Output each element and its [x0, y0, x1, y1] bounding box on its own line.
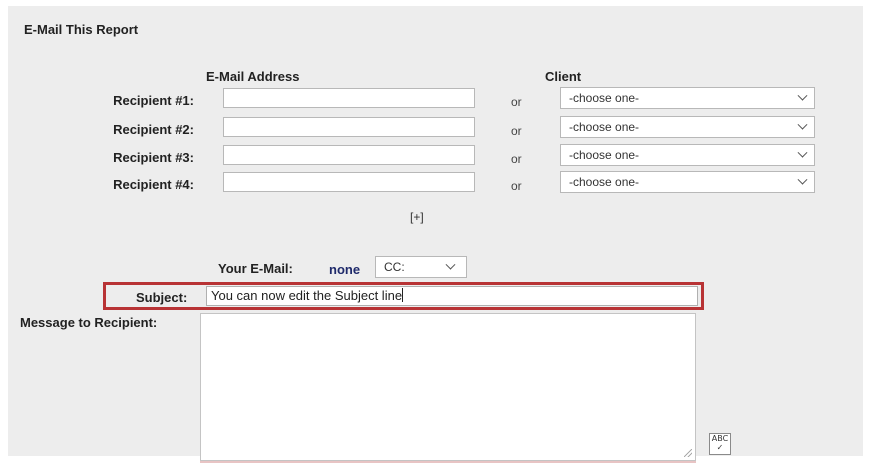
message-label: Message to Recipient:: [20, 315, 158, 330]
your-email-value: none: [329, 262, 361, 277]
recipient-2-label: Recipient #2:: [113, 122, 194, 137]
or-text: or: [511, 152, 522, 166]
resize-grip-icon[interactable]: [684, 449, 692, 457]
subject-highlight-box: Subject: You can now edit the Subject li…: [103, 282, 704, 310]
recipient-3-client-select[interactable]: -choose one-: [560, 144, 815, 166]
or-text: or: [511, 179, 522, 193]
chevron-down-icon: [797, 147, 808, 158]
message-textarea[interactable]: [200, 313, 696, 461]
or-text: or: [511, 95, 522, 109]
chevron-down-icon: [797, 119, 808, 130]
recipient-1-label: Recipient #1:: [113, 93, 194, 108]
recipient-3-client-value: -choose one-: [569, 148, 640, 162]
recipient-3-email-input[interactable]: [223, 145, 475, 165]
spellcheck-button[interactable]: ABC ✓: [709, 433, 731, 455]
subject-input[interactable]: You can now edit the Subject line: [206, 286, 698, 306]
chevron-down-icon: [797, 90, 808, 101]
recipient-1-email-input[interactable]: [223, 88, 475, 108]
recipient-4-label: Recipient #4:: [113, 177, 194, 192]
email-column-header: E-Mail Address: [206, 69, 300, 84]
chevron-down-icon: [445, 259, 456, 270]
email-report-panel: E-Mail This Report E-Mail Address Client…: [8, 6, 863, 463]
recipient-3-label: Recipient #3:: [113, 150, 194, 165]
cc-select[interactable]: CC:: [375, 256, 467, 278]
add-recipient-link[interactable]: [+]: [410, 210, 424, 224]
cc-select-value: CC:: [384, 260, 405, 274]
recipient-1-client-value: -choose one-: [569, 91, 640, 105]
recipient-4-client-value: -choose one-: [569, 175, 640, 189]
recipient-4-email-input[interactable]: [223, 172, 475, 192]
recipient-2-email-input[interactable]: [223, 117, 475, 137]
subject-label: Subject:: [136, 290, 188, 305]
chevron-down-icon: [797, 174, 808, 185]
or-text: or: [511, 124, 522, 138]
recipient-2-client-value: -choose one-: [569, 120, 640, 134]
recipient-2-client-select[interactable]: -choose one-: [560, 116, 815, 138]
recipient-1-client-select[interactable]: -choose one-: [560, 87, 815, 109]
your-email-label: Your E-Mail:: [218, 261, 293, 276]
client-column-header: Client: [545, 69, 582, 84]
form-title: E-Mail This Report: [24, 22, 139, 37]
spellcheck-icon: ABC ✓: [711, 434, 729, 452]
subject-input-text: You can now edit the Subject line: [211, 288, 403, 303]
recipient-4-client-select[interactable]: -choose one-: [560, 171, 815, 193]
text-caret: [402, 288, 404, 302]
